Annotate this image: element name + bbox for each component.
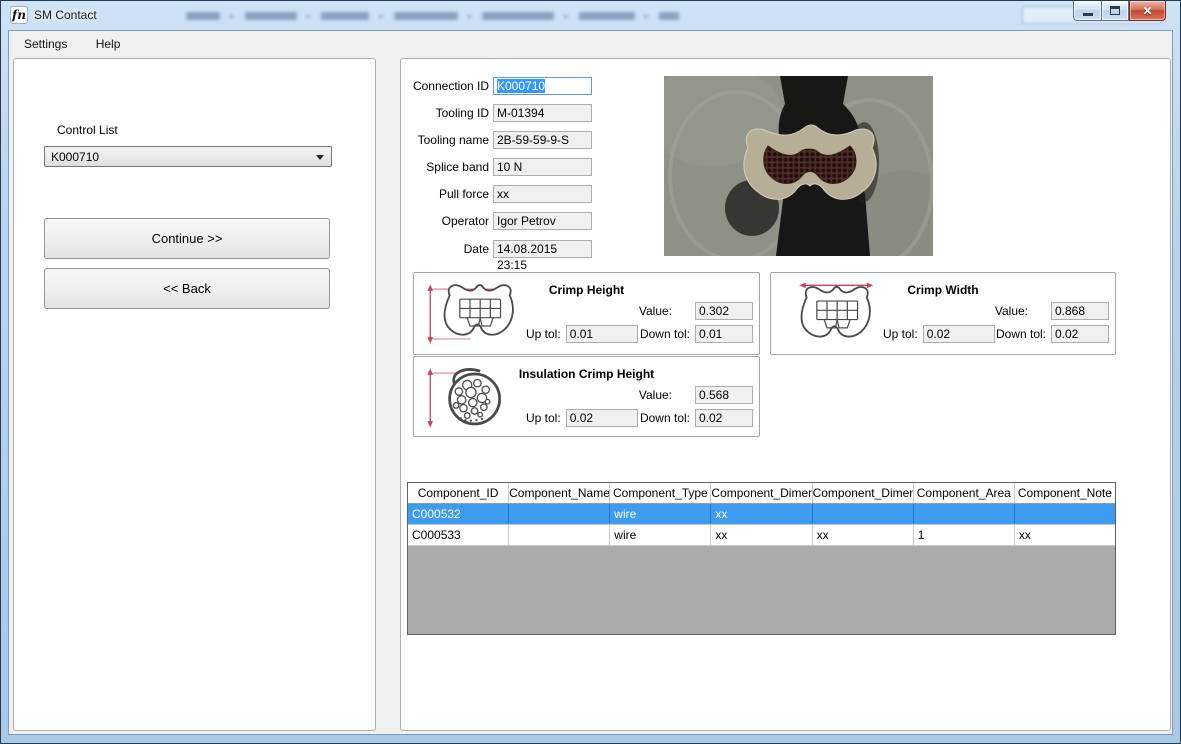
cell[interactable] <box>1015 504 1115 524</box>
cell[interactable]: xx <box>1015 525 1115 545</box>
cell[interactable] <box>509 504 610 524</box>
date-label: Date <box>401 242 489 256</box>
maximize-icon <box>1110 6 1120 15</box>
insulation-crimp-height-title: Insulation Crimp Height <box>444 367 729 381</box>
back-button[interactable]: << Back <box>44 268 330 309</box>
pull-force-label: Pull force <box>401 187 489 201</box>
column-header-component-id[interactable]: Component_ID <box>408 483 509 503</box>
cell[interactable]: wire <box>610 525 711 545</box>
tooling-name-label: Tooling name <box>401 133 489 147</box>
app-logo-text: fn <box>12 8 26 22</box>
menu-help[interactable]: Help <box>86 31 131 51</box>
operator-field[interactable]: Igor Petrov <box>493 212 592 230</box>
app-icon: fn <box>10 6 28 24</box>
up-tol-label: Up tol: <box>883 327 918 341</box>
window-title: SM Contact <box>34 8 97 22</box>
continue-button[interactable]: Continue >> <box>44 218 330 259</box>
insulation-crimp-height-box: Insulation Crimp Height Value: Up tol: D… <box>413 356 760 437</box>
crimp-height-up-tol[interactable] <box>566 325 638 343</box>
cell[interactable] <box>509 525 610 545</box>
pull-force-field[interactable]: xx <box>493 185 592 203</box>
tooling-name-field[interactable]: 2B-59-59-9-S <box>493 131 592 149</box>
menu-settings[interactable]: Settings <box>14 31 77 51</box>
table-row-selected[interactable]: C000532 wire xx <box>408 504 1115 525</box>
value-label: Value: <box>639 304 672 318</box>
value-label: Value: <box>639 388 672 402</box>
operator-label: Operator <box>401 214 489 228</box>
column-header-component-dimens-2[interactable]: Component_Dimens <box>813 483 914 503</box>
chevron-down-icon <box>316 155 324 160</box>
tooling-id-label: Tooling ID <box>401 106 489 120</box>
cell[interactable]: C000532 <box>408 504 509 524</box>
minimize-button[interactable] <box>1073 1 1101 21</box>
down-tol-label: Down tol: <box>640 411 690 425</box>
cell[interactable]: xx <box>813 525 914 545</box>
column-header-component-dimens-1[interactable]: Component_Dimens <box>711 483 812 503</box>
crimp-height-title: Crimp Height <box>444 283 729 297</box>
column-header-component-note[interactable]: Component_Note <box>1015 483 1115 503</box>
close-icon: ✕ <box>1142 4 1152 18</box>
titlebar[interactable]: ▸ ▸ ▸ ▸ ▸ ▸ fn SM Contact ✕ <box>1 1 1180 30</box>
crimp-width-down-tol[interactable] <box>1051 325 1109 343</box>
up-tol-label: Up tol: <box>526 327 561 341</box>
splice-band-label: Splice band <box>401 160 489 174</box>
crimp-height-down-tol[interactable] <box>695 325 753 343</box>
table-empty-area <box>408 546 1115 634</box>
details-panel: Connection ID K000710 Tooling ID M-01394… <box>400 58 1171 731</box>
client-area: Settings Help Control List K000710 Conti… <box>8 30 1173 735</box>
cell[interactable]: xx <box>711 504 812 524</box>
column-header-component-type[interactable]: Component_Type <box>610 483 711 503</box>
down-tol-label: Down tol: <box>640 327 690 341</box>
column-header-component-name[interactable]: Component_Name <box>509 483 610 503</box>
insulation-down-tol[interactable] <box>695 409 753 427</box>
value-label: Value: <box>995 304 1028 318</box>
maximize-button[interactable] <box>1101 1 1129 21</box>
splice-band-field[interactable]: 10 N <box>493 158 592 176</box>
cell[interactable] <box>813 504 914 524</box>
crimp-width-value[interactable] <box>1051 302 1109 320</box>
crimp-height-value[interactable] <box>695 302 753 320</box>
up-tol-label: Up tol: <box>526 411 561 425</box>
connection-id-label: Connection ID <box>401 79 489 93</box>
cell[interactable]: C000533 <box>408 525 509 545</box>
crimp-width-up-tol[interactable] <box>923 325 995 343</box>
cell[interactable]: wire <box>610 504 711 524</box>
insulation-crimp-height-value[interactable] <box>695 386 753 404</box>
menubar: Settings Help <box>9 31 1172 57</box>
caption-buttons: ✕ <box>1073 1 1166 21</box>
down-tol-label: Down tol: <box>996 327 1046 341</box>
control-list-label: Control List <box>57 123 118 137</box>
insulation-up-tol[interactable] <box>566 409 638 427</box>
table-row[interactable]: C000533 wire xx xx 1 xx <box>408 525 1115 546</box>
cell[interactable] <box>914 504 1015 524</box>
crimp-height-box: Crimp Height Value: Up tol: Down tol: <box>413 272 760 355</box>
aero-glass-reflection: ▸ ▸ ▸ ▸ ▸ ▸ <box>186 8 1016 24</box>
selected-text: K000710 <box>497 79 545 93</box>
cell[interactable]: 1 <box>914 525 1015 545</box>
components-table: Component_ID Component_Name Component_Ty… <box>407 482 1116 635</box>
minimize-icon <box>1083 13 1093 16</box>
column-header-component-area[interactable]: Component_Area <box>914 483 1015 503</box>
control-list-dropdown[interactable]: K000710 <box>44 146 332 167</box>
control-list-selected-value: K000710 <box>51 150 99 164</box>
cell[interactable]: xx <box>711 525 812 545</box>
control-panel: Control List K000710 Continue >> << Back <box>13 58 376 731</box>
crimp-cross-section-photo <box>664 76 933 256</box>
crimp-width-box: Crimp Width Value: Up tol: Down tol: <box>770 272 1116 355</box>
app-window: ▸ ▸ ▸ ▸ ▸ ▸ fn SM Contact ✕ Settings Hel… <box>0 0 1181 744</box>
date-field[interactable]: 14.08.2015 23:15 <box>493 240 592 258</box>
tooling-id-field[interactable]: M-01394 <box>493 104 592 122</box>
table-header-row: Component_ID Component_Name Component_Ty… <box>408 483 1115 504</box>
close-button[interactable]: ✕ <box>1129 1 1166 21</box>
connection-id-field[interactable]: K000710 <box>493 77 592 95</box>
crimp-width-title: Crimp Width <box>801 283 1085 297</box>
